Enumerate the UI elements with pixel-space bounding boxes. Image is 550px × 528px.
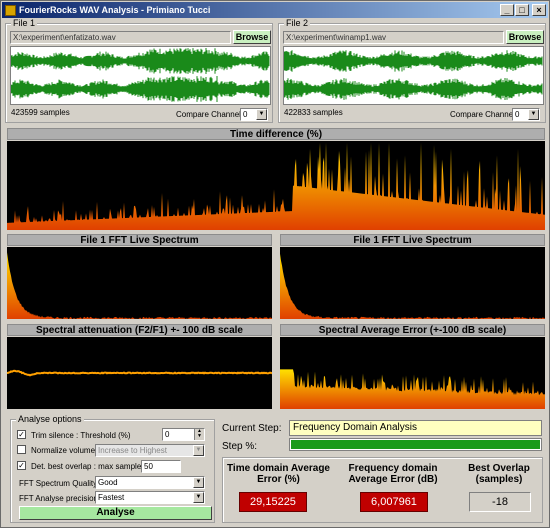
analyse-button[interactable]: Analyse: [19, 506, 212, 520]
normalize-checkbox[interactable]: [17, 445, 26, 454]
options-group-label: Analyse options: [16, 414, 84, 424]
atten-graph: [7, 369, 272, 377]
time-error-value: 29,15225: [239, 492, 307, 512]
fft1-header: File 1 FFT Live Spectrum: [7, 234, 272, 246]
normalize-label: Normalize volume: [31, 446, 96, 455]
precision-select[interactable]: Fastest ▼: [95, 491, 205, 504]
file2-compare-label: Compare Channel: [450, 110, 515, 119]
trim-checkbox[interactable]: ✓: [17, 430, 26, 439]
file1-waveform: [10, 46, 271, 105]
quality-select[interactable]: Good ▼: [95, 476, 205, 489]
file2-channel-select[interactable]: 0 ▼: [512, 108, 540, 121]
file2-samples: 422833 samples: [284, 108, 343, 117]
trim-threshold-value: 0: [165, 430, 170, 439]
file2-waveform: [283, 46, 544, 105]
freq-error-label: Frequency domain Average Error (dB): [348, 463, 438, 485]
file1-channel-value: 0: [243, 110, 248, 119]
overlap-max-value: 50: [144, 462, 153, 471]
file1-waveform-plot: [11, 48, 270, 102]
normalize-select[interactable]: Increase to Highest ▼: [95, 444, 205, 457]
avgerr-header: Spectral Average Error (+-100 dB scale): [280, 324, 545, 336]
chevron-down-icon[interactable]: ▼: [193, 445, 204, 456]
quality-value: Good: [98, 478, 118, 487]
quality-label: FFT Spectrum Quality: [19, 479, 98, 488]
file1-group-label: File 1: [11, 18, 38, 28]
trim-label: Trim silence : Threshold (%): [31, 431, 131, 440]
time-diff-graph: [7, 142, 545, 230]
freq-error-value: 6,007961: [360, 492, 428, 512]
overlap-max-field[interactable]: 50: [141, 460, 181, 473]
file1-samples: 423599 samples: [11, 108, 70, 117]
fft1-plot: [7, 247, 272, 319]
main-window: FourierRocks WAV Analysis - Primiano Tuc…: [0, 0, 550, 528]
time-diff-plot: [7, 141, 545, 230]
overlap-label: Det. best overlap : max samples: [31, 462, 146, 471]
best-overlap-label: Best Overlap (samples): [468, 463, 530, 485]
step-progress-fill: [291, 440, 540, 449]
close-button[interactable]: ×: [532, 4, 546, 16]
precision-label: FFT Analyse precision: [19, 494, 98, 503]
fft2-plot: [280, 247, 545, 319]
atten-plot: [7, 337, 272, 409]
title-bar: FourierRocks WAV Analysis - Primiano Tuc…: [2, 2, 548, 18]
step-progress-bar: [289, 438, 542, 451]
file1-browse-button[interactable]: Browse: [233, 30, 271, 44]
time-error-label: Time domain Average Error (%): [227, 463, 330, 485]
precision-value: Fastest: [98, 493, 125, 502]
chevron-down-icon[interactable]: ▼: [193, 477, 204, 488]
minimize-button[interactable]: _: [500, 4, 514, 16]
fft1-graph: [7, 252, 272, 319]
file2-browse-button[interactable]: Browse: [506, 30, 544, 44]
file1-path-field[interactable]: X:\experiment\enfatizato.wav: [10, 31, 231, 44]
file2-path-field[interactable]: X:\experiment\winamp1.wav: [283, 31, 504, 44]
maximize-button[interactable]: □: [515, 4, 529, 16]
avgerr-graph: [280, 369, 545, 409]
app-icon: [5, 4, 16, 16]
overlap-checkbox[interactable]: ✓: [17, 461, 26, 470]
spin-arrows-icon[interactable]: ▲ ▼: [194, 429, 204, 440]
fft2-header: File 1 FFT Live Spectrum: [280, 234, 545, 246]
avgerr-plot: [280, 337, 545, 409]
chevron-down-icon[interactable]: ▼: [193, 492, 204, 503]
file2-waveform-plot: [284, 50, 543, 100]
file2-channel-value: 0: [515, 110, 520, 119]
file1-compare-label: Compare Channel: [176, 110, 241, 119]
chevron-down-icon[interactable]: ▼: [256, 109, 267, 120]
file2-group-label: File 2: [284, 18, 311, 28]
normalize-value: Increase to Highest: [98, 446, 167, 455]
atten-header: Spectral attenuation (F2/F1) +- 100 dB s…: [7, 324, 272, 336]
trim-threshold-stepper[interactable]: 0 ▲ ▼: [162, 428, 205, 441]
step-percent-label: Step %:: [222, 441, 258, 452]
chevron-down-icon[interactable]: ▼: [528, 109, 539, 120]
best-overlap-value: -18: [469, 492, 531, 512]
current-step-field: Frequency Domain Analysis: [289, 420, 542, 436]
fft2-graph: [280, 253, 545, 319]
time-diff-header: Time difference (%): [7, 128, 545, 140]
window-title: FourierRocks WAV Analysis - Primiano Tuc…: [19, 5, 211, 15]
file1-channel-select[interactable]: 0 ▼: [240, 108, 268, 121]
current-step-label: Current Step:: [222, 423, 282, 434]
